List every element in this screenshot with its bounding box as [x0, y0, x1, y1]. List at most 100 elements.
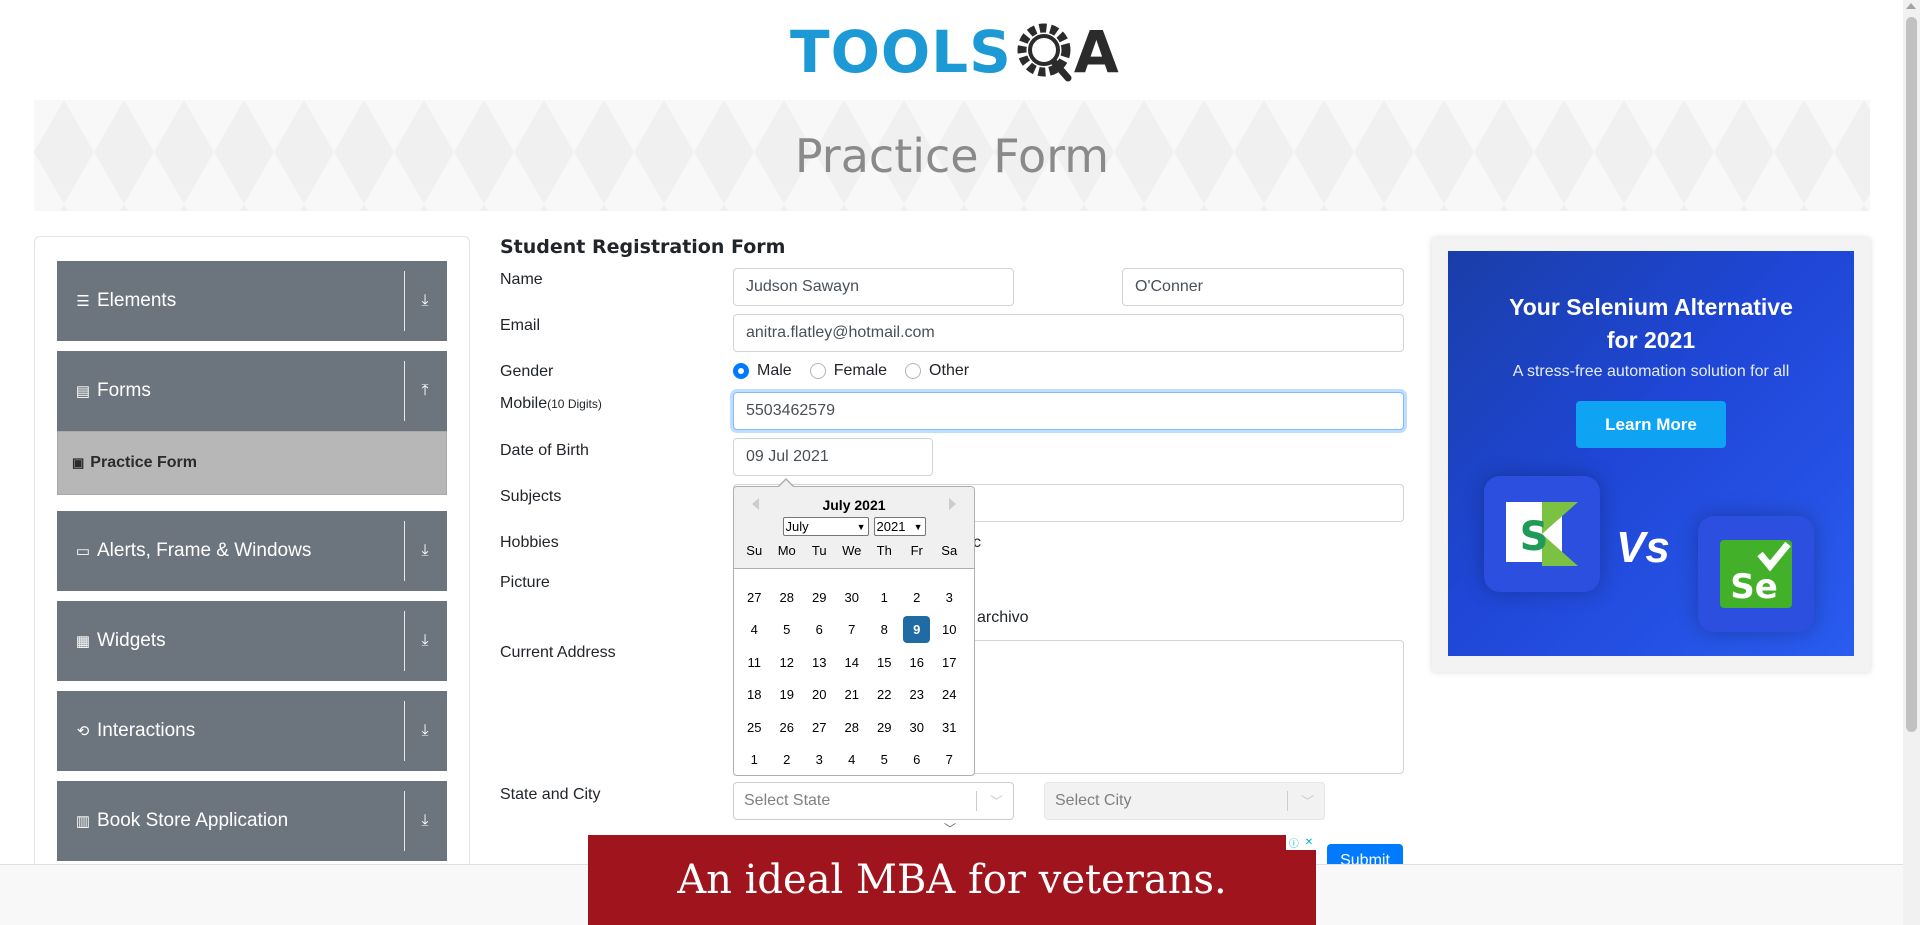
sidebar-group-header[interactable]: ▤ Forms ⤒ — [57, 351, 447, 431]
download-arrow-icon[interactable]: ⤓ — [415, 541, 435, 561]
bottom-banner-ad[interactable]: An ideal MBA for veterans. — [588, 835, 1316, 925]
first-name-input[interactable]: Judson Sawayn — [733, 268, 1014, 306]
sidebar-group-header[interactable]: ▥ Book Store Application ⤓ — [57, 781, 447, 861]
radio-checked[interactable] — [733, 363, 749, 379]
datepicker-day[interactable]: 24 — [933, 681, 966, 708]
sidebar-group-header[interactable]: ⟲ Interactions ⤓ — [57, 691, 447, 771]
sidebar-group-book-store[interactable]: ▥ Book Store Application ⤓ — [57, 781, 447, 861]
gender-label: Gender — [500, 363, 554, 380]
sidebar-group-alerts[interactable]: ▭ Alerts, Frame & Windows ⤓ — [57, 511, 447, 591]
datepicker-day[interactable]: 4 — [738, 616, 771, 643]
datepicker-day[interactable]: 18 — [738, 681, 771, 708]
datepicker-day[interactable]: 13 — [803, 649, 836, 676]
datepicker-day[interactable]: 29 — [868, 714, 901, 741]
datepicker-day[interactable]: 1 — [868, 584, 901, 611]
learn-more-button[interactable]: Learn More — [1576, 401, 1726, 448]
datepicker-day[interactable]: 22 — [868, 681, 901, 708]
sidebar-group-header[interactable]: ▭ Alerts, Frame & Windows ⤓ — [57, 511, 447, 591]
sidebar-group-widgets[interactable]: ▦ Widgets ⤓ — [57, 601, 447, 681]
sidebar-item-practice-form[interactable]: ▣ Practice Form — [57, 431, 447, 495]
datepicker-day[interactable]: 20 — [803, 681, 836, 708]
datepicker-day[interactable]: 3 — [803, 746, 836, 773]
state-select[interactable]: Select State ﹀ — [733, 782, 1014, 820]
datepicker-day[interactable]: 11 — [738, 649, 771, 676]
last-name-input[interactable]: O'Conner — [1122, 268, 1404, 306]
datepicker-day[interactable]: 16 — [901, 649, 934, 676]
datepicker-day[interactable]: 8 — [868, 616, 901, 643]
download-arrow-icon[interactable]: ⤓ — [415, 291, 435, 311]
datepicker-day[interactable]: 6 — [901, 746, 934, 773]
mobile-input[interactable]: 5503462579 — [733, 392, 1404, 430]
chevron-down-icon[interactable]: ﹀ — [990, 791, 1003, 810]
sidebar-group-label: Elements — [97, 290, 177, 311]
chevron-down-icon[interactable]: ﹀ — [1301, 791, 1314, 810]
weekday-label: Tu — [811, 543, 827, 558]
datepicker-day[interactable]: 19 — [771, 681, 804, 708]
datepicker-day[interactable]: 21 — [836, 681, 869, 708]
selected-day[interactable]: 9 — [903, 616, 931, 644]
sidebar-group-label: Widgets — [97, 630, 166, 651]
scroll-up-arrow-icon[interactable] — [1906, 3, 1916, 9]
toolsqa-logo[interactable]: TOOLS A — [790, 14, 1119, 90]
gender-female-option[interactable]: Female — [809, 362, 887, 380]
mobile-label-text: Mobile — [500, 395, 548, 412]
month-select[interactable]: July ▼ — [782, 517, 869, 536]
scrollbar-thumb[interactable] — [1906, 17, 1917, 732]
year-select[interactable]: 2021 ▼ — [873, 517, 926, 536]
datepicker-day[interactable]: 2 — [901, 584, 934, 611]
datepicker-day[interactable]: 4 — [836, 746, 869, 773]
datepicker-day[interactable]: 23 — [901, 681, 934, 708]
gender-other-option[interactable]: Other — [905, 362, 969, 380]
datepicker-day[interactable]: 29 — [803, 584, 836, 611]
datepicker-day[interactable]: 9 — [901, 616, 934, 644]
datepicker-day[interactable]: 5 — [868, 746, 901, 773]
city-select[interactable]: Select City ﹀ — [1044, 782, 1325, 820]
datepicker-day[interactable]: 10 — [933, 616, 966, 643]
datepicker-day[interactable]: 3 — [933, 584, 966, 611]
selenium-logo: Se — [1698, 516, 1814, 632]
sidebar-group-header[interactable]: ☰ Elements ⤓ — [57, 261, 447, 341]
file-input-text-partial[interactable]: archivo — [977, 609, 1029, 627]
datepicker-day[interactable]: 1 — [738, 746, 771, 773]
datepicker-day[interactable]: 26 — [771, 714, 804, 741]
sidebar-item-label: Practice Form — [90, 454, 198, 471]
upload-arrow-icon[interactable]: ⤒ — [415, 381, 435, 401]
sidebar: ☰ Elements ⤓ ▤ Forms ⤒ ▣ Practice Form ▭… — [34, 236, 470, 925]
radio-unchecked[interactable] — [905, 363, 922, 379]
datepicker-day[interactable]: 31 — [933, 714, 966, 741]
datepicker-day[interactable]: 2 — [771, 746, 804, 773]
datepicker-day[interactable]: 15 — [868, 649, 901, 676]
download-arrow-icon[interactable]: ⤓ — [415, 631, 435, 651]
datepicker-day[interactable]: 30 — [836, 584, 869, 611]
download-arrow-icon[interactable]: ⤓ — [415, 811, 435, 831]
datepicker-day[interactable]: 6 — [803, 616, 836, 643]
datepicker-day[interactable]: 28 — [771, 584, 804, 611]
dob-input[interactable]: 09 Jul 2021 — [733, 438, 933, 476]
datepicker-day[interactable]: 5 — [771, 616, 804, 643]
email-input[interactable]: anitra.flatley@hotmail.com — [733, 314, 1404, 352]
datepicker-day[interactable]: 28 — [836, 714, 869, 741]
gender-male-option[interactable]: Male — [733, 362, 792, 380]
close-icon[interactable]: ✕ — [1305, 837, 1313, 848]
datepicker-day[interactable]: 14 — [836, 649, 869, 676]
adchoices-icon[interactable]: ⓘ ✕ — [1286, 835, 1316, 850]
selenium-logo-icon: Se — [1720, 540, 1792, 608]
datepicker-day[interactable]: 7 — [836, 616, 869, 643]
datepicker-day[interactable]: 7 — [933, 746, 966, 773]
selenium-ad[interactable]: Your Selenium Alternative for 2021 A str… — [1448, 251, 1854, 656]
next-month-icon[interactable] — [949, 498, 956, 510]
datepicker-day[interactable]: 27 — [738, 584, 771, 611]
page-banner: Practice Form — [34, 100, 1870, 211]
datepicker-day[interactable]: 25 — [738, 714, 771, 741]
datepicker-day[interactable]: 17 — [933, 649, 966, 676]
datepicker-day[interactable]: 27 — [803, 714, 836, 741]
sidebar-group-interactions[interactable]: ⟲ Interactions ⤓ — [57, 691, 447, 771]
datepicker-day[interactable]: 30 — [901, 714, 934, 741]
sidebar-group-elements[interactable]: ☰ Elements ⤓ — [57, 261, 447, 341]
datepicker-day[interactable]: 12 — [771, 649, 804, 676]
radio-unchecked[interactable] — [809, 363, 826, 379]
info-icon[interactable]: ⓘ — [1289, 835, 1299, 850]
sidebar-group-forms[interactable]: ▤ Forms ⤒ ▣ Practice Form — [57, 351, 447, 495]
sidebar-group-header[interactable]: ▦ Widgets ⤓ — [57, 601, 447, 681]
download-arrow-icon[interactable]: ⤓ — [415, 721, 435, 741]
